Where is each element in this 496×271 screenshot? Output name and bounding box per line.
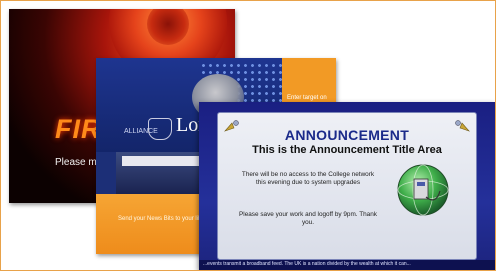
lords-footer-text: Send your News Bits to your library: [118, 216, 212, 222]
lords-caption-bar: [122, 156, 200, 166]
news-ticker: ...events transmit a broadband feed. The…: [199, 260, 495, 270]
fire-title: FIR: [55, 114, 102, 144]
news-ticker-text: ...events transmit a broadband feed. The…: [203, 261, 411, 267]
announcement-panel: ANNOUNCEMENT This is the Announcement Ti…: [217, 112, 477, 260]
announcement-body-1: There will be no access to the College n…: [241, 171, 375, 186]
crest-icon: [148, 118, 172, 140]
announcement-subtitle: This is the Announcement Title Area: [252, 144, 442, 156]
collage-frame: FIR Please mo Enter target on broadband …: [0, 0, 496, 271]
announcement-title: ANNOUNCEMENT: [284, 127, 410, 143]
announcement-body-2: Please save your work and logoff by 9pm.…: [239, 211, 377, 226]
network-globe-icon: [397, 164, 449, 216]
announcement-signage-screen: ANNOUNCEMENT This is the Announcement Ti…: [199, 102, 495, 270]
